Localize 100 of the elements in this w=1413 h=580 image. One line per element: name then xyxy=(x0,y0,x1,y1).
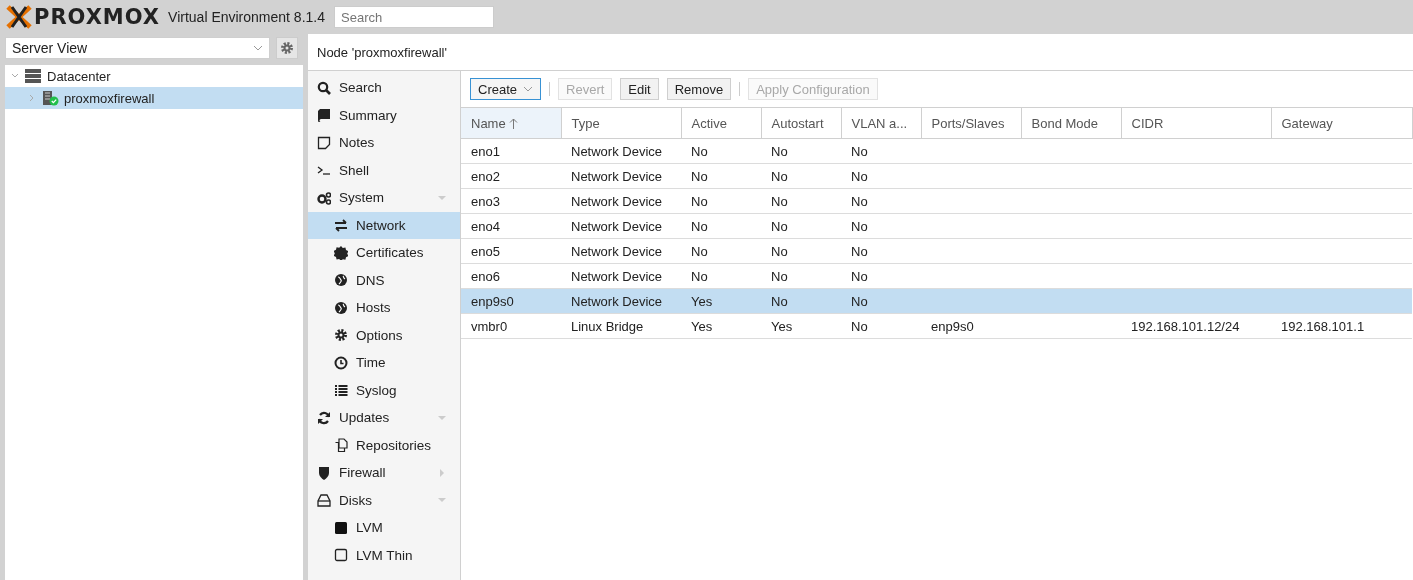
table-cell: enp9s0 xyxy=(921,313,1021,339)
nav-item[interactable]: Search xyxy=(308,74,460,102)
badge-icon xyxy=(334,245,348,260)
column-header[interactable]: Autostart xyxy=(761,108,841,139)
column-header[interactable]: Name xyxy=(461,108,561,139)
expand-arrow-icon[interactable] xyxy=(437,467,447,478)
table-cell: No xyxy=(841,188,921,214)
table-cell: No xyxy=(841,263,921,289)
table-cell: Network Device xyxy=(561,263,681,289)
table-cell: No xyxy=(681,138,761,164)
table-cell: eno5 xyxy=(461,238,561,264)
product-version: Virtual Environment 8.1.4 xyxy=(168,9,325,25)
gear-icon xyxy=(334,328,348,343)
table-cell: Yes xyxy=(681,288,761,314)
column-header[interactable]: Type xyxy=(561,108,681,139)
caret-icon xyxy=(523,86,534,92)
nav-item[interactable]: Syslog xyxy=(308,376,460,404)
table-cell: No xyxy=(841,288,921,314)
table-cell: No xyxy=(761,163,841,189)
table-cell: Network Device xyxy=(561,138,681,164)
nav-item[interactable]: Notes xyxy=(308,129,460,157)
gears-icon xyxy=(317,190,331,205)
nav-item[interactable]: Repositories xyxy=(308,431,460,459)
square-icon xyxy=(334,520,348,535)
table-cell: No xyxy=(841,238,921,264)
table-cell: No xyxy=(761,288,841,314)
table-cell: No xyxy=(841,213,921,239)
refresh-icon xyxy=(317,410,331,425)
server-rack-icon xyxy=(24,68,42,84)
table-cell: Yes xyxy=(761,313,841,339)
nav-item[interactable]: Shell xyxy=(308,156,460,184)
table-cell: Linux Bridge xyxy=(561,313,681,339)
tree-item[interactable]: proxmoxfirewall xyxy=(5,87,303,109)
square-icon xyxy=(334,548,348,563)
column-header[interactable]: CIDR xyxy=(1121,108,1271,139)
search-field[interactable]: Search xyxy=(334,6,494,28)
drive-icon xyxy=(317,493,331,508)
table-cell: enp9s0 xyxy=(461,288,561,314)
table-cell: Network Device xyxy=(561,288,681,314)
list-icon xyxy=(334,383,348,398)
table-cell: No xyxy=(841,163,921,189)
nav-item[interactable]: Firewall xyxy=(308,459,460,487)
table-cell: No xyxy=(761,238,841,264)
server-check-icon xyxy=(41,90,59,106)
nav-item[interactable]: Hosts xyxy=(308,294,460,322)
table-cell: eno4 xyxy=(461,213,561,239)
table-cell: eno3 xyxy=(461,188,561,214)
menu-button[interactable]: Create xyxy=(470,78,542,100)
table-cell: Network Device xyxy=(561,213,681,239)
table-cell: No xyxy=(761,213,841,239)
settings-button[interactable] xyxy=(276,37,298,59)
shield-icon xyxy=(317,465,331,480)
table-cell: No xyxy=(681,163,761,189)
toolbar-button[interactable]: Edit xyxy=(620,78,659,100)
table-cell: eno2 xyxy=(461,163,561,189)
logo-wordmark: PROXMOX xyxy=(34,5,161,29)
column-header[interactable]: VLAN a... xyxy=(841,108,921,139)
table-cell: Network Device xyxy=(561,163,681,189)
magnifier-icon xyxy=(317,80,331,95)
collapse-caret-icon[interactable] xyxy=(11,72,19,80)
settings-icon xyxy=(280,41,294,55)
nav-item[interactable]: Summary xyxy=(308,101,460,129)
nav-item[interactable]: Network xyxy=(308,211,460,239)
sort-up-arrow-icon xyxy=(508,117,518,129)
copy-icon xyxy=(334,438,348,453)
table-cell: vmbr0 xyxy=(461,313,561,339)
column-header[interactable]: Gateway xyxy=(1271,108,1412,139)
nav-item[interactable]: LVM Thin xyxy=(308,541,460,569)
nav-item[interactable]: Disks xyxy=(308,486,460,514)
table-cell: 192.168.101.12/24 xyxy=(1121,313,1271,339)
logo-x-icon xyxy=(6,5,32,29)
nav-item[interactable]: Updates xyxy=(308,404,460,432)
expand-caret-icon[interactable] xyxy=(28,94,36,102)
table-cell: No xyxy=(681,263,761,289)
table-cell: No xyxy=(681,188,761,214)
note-icon xyxy=(317,135,331,150)
caret-icon xyxy=(253,45,263,51)
column-header[interactable]: Ports/Slaves xyxy=(921,108,1021,139)
table-cell: No xyxy=(681,238,761,264)
nav-item[interactable]: Certificates xyxy=(308,239,460,267)
table-cell: No xyxy=(841,313,921,339)
nav-item[interactable]: DNS xyxy=(308,266,460,294)
table-cell: Network Device xyxy=(561,238,681,264)
nav-item[interactable]: System xyxy=(308,184,460,212)
nav-item[interactable]: LVM xyxy=(308,514,460,542)
column-header[interactable]: Active xyxy=(681,108,761,139)
table-cell: No xyxy=(761,138,841,164)
table-cell: No xyxy=(761,188,841,214)
clock-icon xyxy=(334,355,348,370)
table-cell: 192.168.101.1 xyxy=(1271,313,1412,339)
view-selector[interactable]: Server View xyxy=(5,37,270,59)
table-cell: eno6 xyxy=(461,263,561,289)
toolbar-button[interactable]: Remove xyxy=(666,78,732,100)
table-cell: No xyxy=(761,263,841,289)
tree-item[interactable]: Datacenter xyxy=(5,65,303,87)
nav-item[interactable]: Options xyxy=(308,321,460,349)
table-cell: Yes xyxy=(681,313,761,339)
column-header[interactable]: Bond Mode xyxy=(1021,108,1121,139)
nav-item[interactable]: Time xyxy=(308,349,460,377)
table-cell: eno1 xyxy=(461,138,561,164)
